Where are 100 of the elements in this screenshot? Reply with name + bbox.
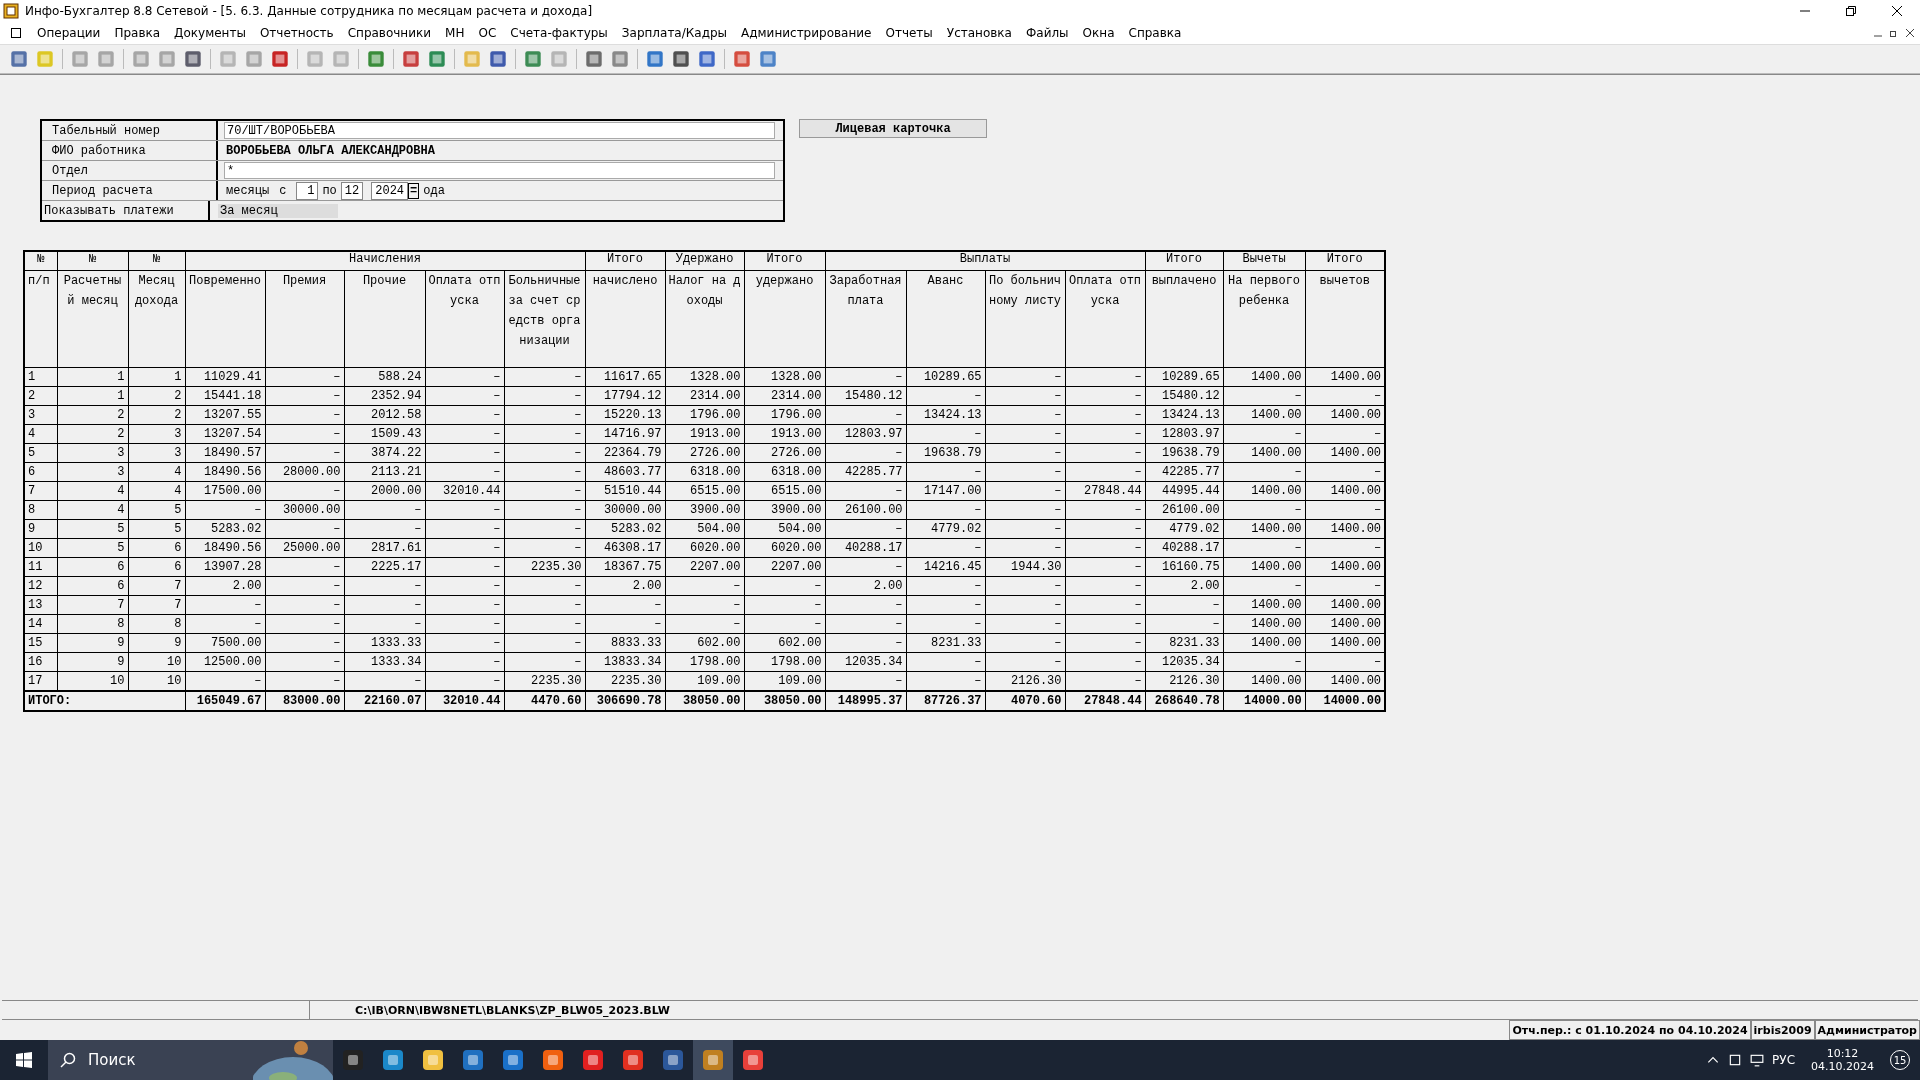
total-cell: 27848.44 xyxy=(1065,691,1146,711)
menu-item[interactable]: Справочники xyxy=(340,26,439,40)
table-cell: 6 xyxy=(57,557,128,577)
table-cell: 9 xyxy=(57,633,128,653)
table-cell: 1400.00 xyxy=(1223,557,1306,577)
table-cell: 15441.18 xyxy=(185,386,265,406)
total-cell: 32010.44 xyxy=(425,691,504,711)
table-cell: 8 xyxy=(128,614,185,634)
table-cell: 17794.12 xyxy=(585,386,666,406)
table-cell: 19638.79 xyxy=(1145,443,1224,463)
table-cell: 42285.77 xyxy=(825,462,907,482)
table-cell: 42285.77 xyxy=(1145,462,1224,482)
table-cell: 2726.00 xyxy=(665,443,745,463)
table-cell: 7 xyxy=(24,481,57,501)
table-cell: – xyxy=(985,367,1066,387)
menu-item[interactable]: Установка xyxy=(939,26,1019,40)
table-cell: – xyxy=(1145,614,1224,634)
table-cell: 602.00 xyxy=(665,633,745,653)
spin-button[interactable]: = xyxy=(408,182,420,199)
menu-item[interactable]: Правка xyxy=(107,26,168,40)
table-cell: – xyxy=(1223,576,1306,596)
table-cell: – xyxy=(825,443,907,463)
table-cell: 5283.02 xyxy=(585,519,666,539)
table-cell: 4 xyxy=(128,462,185,482)
table-cell: – xyxy=(504,519,586,539)
input-field[interactable]: * xyxy=(224,162,775,179)
menu-item[interactable]: Операции xyxy=(30,26,108,40)
menu-item[interactable]: ОС xyxy=(471,26,504,40)
menu-item[interactable]: Отчеты xyxy=(878,26,940,40)
menu-item[interactable]: Администрирование xyxy=(734,26,879,40)
menu-item[interactable]: Зарплата/Кадры xyxy=(614,26,735,40)
month-field[interactable]: 12 xyxy=(340,181,364,200)
payments-dropdown[interactable]: За месяц xyxy=(218,203,338,218)
menu-item[interactable]: Счета-фактуры xyxy=(503,26,615,40)
column-header: Начисления xyxy=(185,251,586,271)
table-cell: 13833.34 xyxy=(585,652,666,672)
close-icon[interactable] xyxy=(1906,29,1914,37)
column-header: Заработная плата xyxy=(825,270,907,368)
table-cell: – xyxy=(985,500,1066,520)
table-cell: 26100.00 xyxy=(825,500,907,520)
clock-time[interactable]: 10:12 xyxy=(1826,1047,1859,1060)
report-period: Отч.пер.: с 01.10.2024 по 04.10.2024 xyxy=(1509,1020,1751,1040)
table-cell: 12803.97 xyxy=(825,424,907,444)
table-cell: – xyxy=(425,462,504,482)
search-field[interactable]: Поиск xyxy=(48,1040,333,1080)
column-header: На первого ребенка xyxy=(1223,270,1306,368)
table-cell: 12 xyxy=(24,576,57,596)
table-cell: – xyxy=(825,405,907,425)
table-cell: – xyxy=(985,595,1066,615)
input-field[interactable]: 70/ШТ/ВОРОБЬЕВА xyxy=(224,122,775,139)
menu-item[interactable]: Отчетность xyxy=(252,26,341,40)
month-field[interactable]: 1 xyxy=(296,181,319,200)
table-cell: 2 xyxy=(128,405,185,425)
menu-item[interactable]: Файлы xyxy=(1018,26,1076,40)
table-cell: – xyxy=(906,462,986,482)
table-cell: 4779.02 xyxy=(1145,519,1224,539)
table-cell: 8231.33 xyxy=(906,633,986,653)
table-cell: – xyxy=(265,595,344,615)
network-icon[interactable] xyxy=(1750,1053,1765,1067)
table-cell: – xyxy=(665,614,745,634)
table-cell: – xyxy=(504,500,586,520)
table-cell: – xyxy=(906,576,986,596)
windows-start-icon[interactable] xyxy=(16,1052,32,1068)
table-cell: – xyxy=(985,519,1066,539)
table-cell: – xyxy=(1223,500,1306,520)
table-cell: 7 xyxy=(128,576,185,596)
table-cell: – xyxy=(425,424,504,444)
restore-icon[interactable] xyxy=(1890,29,1898,37)
table-cell: 6318.00 xyxy=(665,462,745,482)
table-cell: 1328.00 xyxy=(744,367,826,387)
table-cell: – xyxy=(906,538,986,558)
table-cell: – xyxy=(504,367,586,387)
document-icon[interactable] xyxy=(10,27,22,39)
menu-item[interactable]: Документы xyxy=(167,26,253,40)
table-cell: 2726.00 xyxy=(744,443,826,463)
table-cell: 2207.00 xyxy=(665,557,745,577)
personal-card-button[interactable]: Лицевая карточка xyxy=(799,119,987,138)
table-cell: 2 xyxy=(24,386,57,406)
year-field[interactable]: 2024 xyxy=(371,181,409,200)
table-cell: 6 xyxy=(24,462,57,482)
language-indicator[interactable]: РУС xyxy=(1772,1053,1795,1067)
menu-item[interactable]: МН xyxy=(438,26,472,40)
table-cell: 18490.57 xyxy=(185,443,265,463)
table-cell: – xyxy=(906,386,986,406)
total-cell: 14000.00 xyxy=(1223,691,1306,711)
column-header: Выплаты xyxy=(825,251,1146,271)
clock-date[interactable]: 04.10.2024 xyxy=(1811,1060,1874,1073)
table-cell: – xyxy=(1065,538,1146,558)
table-cell: – xyxy=(825,595,907,615)
table-cell: 2207.00 xyxy=(744,557,826,577)
device-icon[interactable] xyxy=(1728,1053,1743,1067)
total-cell: 83000.00 xyxy=(265,691,344,711)
table-cell: 15480.12 xyxy=(1145,386,1224,406)
menu-item[interactable]: Окна xyxy=(1075,26,1122,40)
menu-item[interactable]: Справка xyxy=(1121,26,1189,40)
table-cell: 5283.02 xyxy=(185,519,265,539)
table-cell: 15220.13 xyxy=(585,405,666,425)
field-label: Табельный номер xyxy=(42,121,218,140)
table-cell: – xyxy=(425,595,504,615)
table-cell: 3900.00 xyxy=(744,500,826,520)
